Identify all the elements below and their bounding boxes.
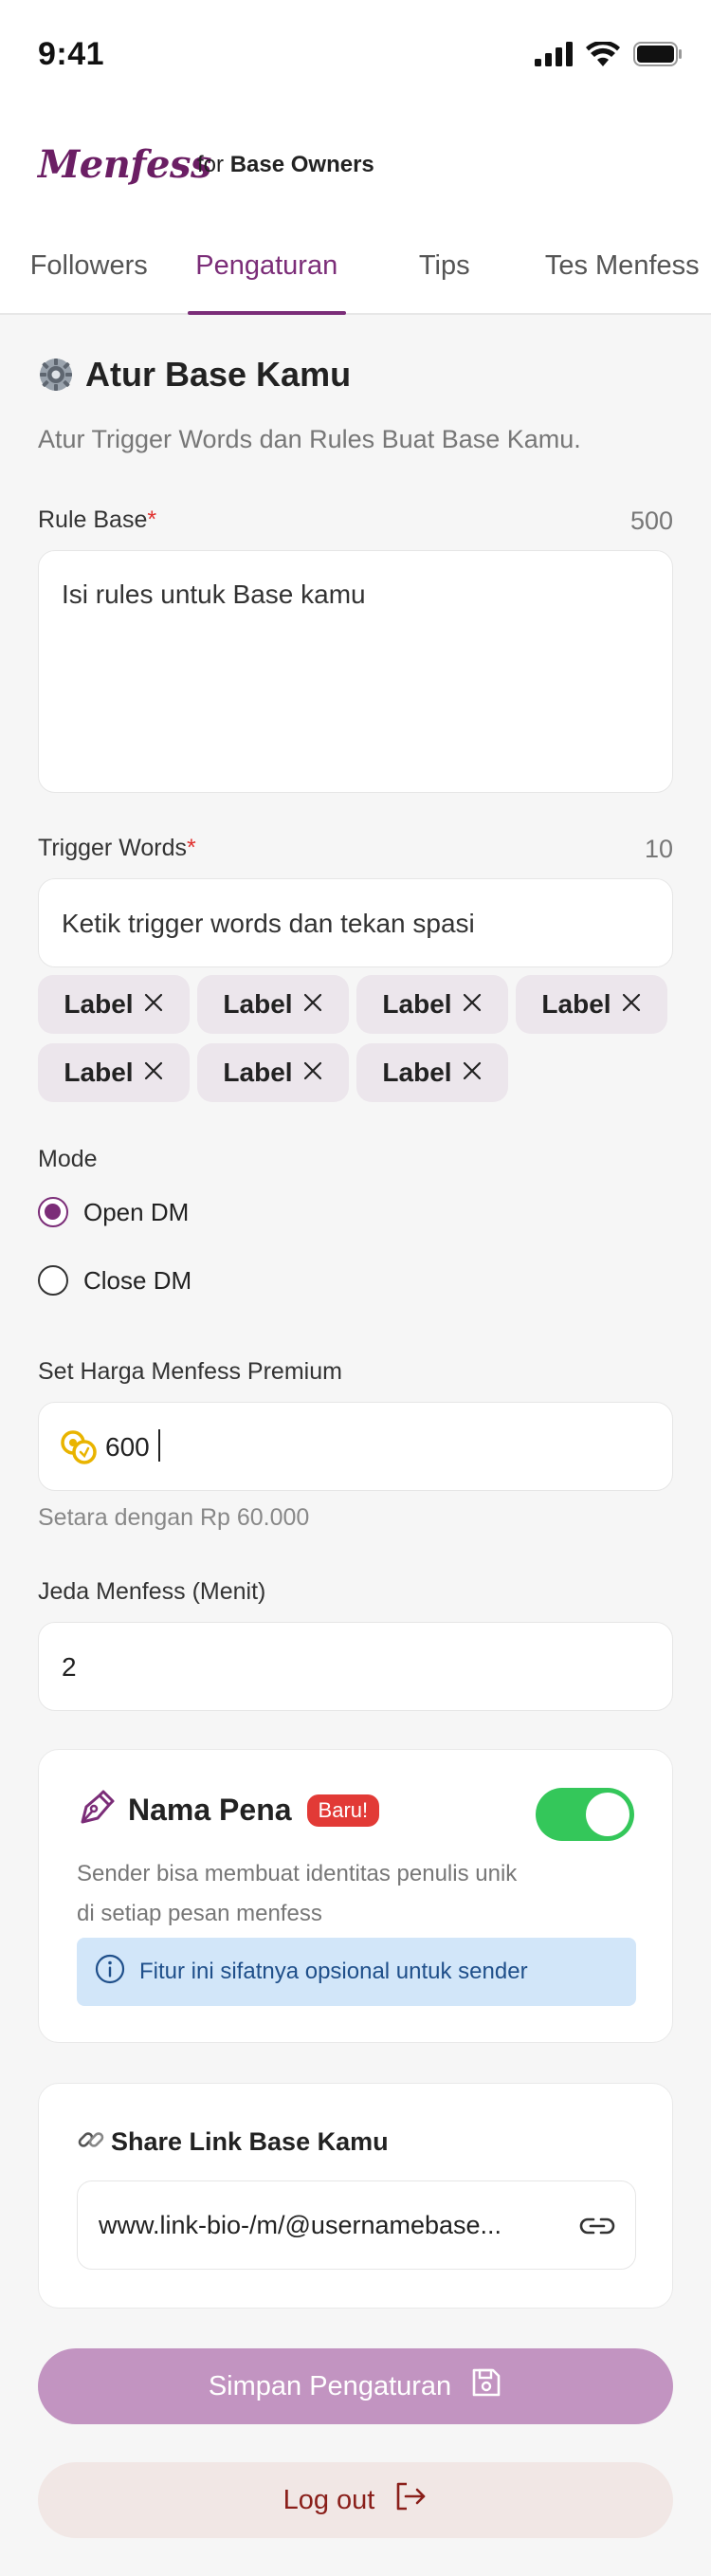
- radio-button[interactable]: [38, 1197, 68, 1227]
- close-icon[interactable]: [462, 1058, 483, 1088]
- trigger-chip[interactable]: Label: [38, 1043, 190, 1102]
- pen-name-description: Sender bisa membuat identitas penulis un…: [77, 1854, 517, 1934]
- tab-followers[interactable]: Followers: [0, 228, 178, 313]
- delay-label: Jeda Menfess (Menit): [38, 1578, 266, 1605]
- trigger-chip[interactable]: Label: [38, 975, 190, 1034]
- tab-tes-menfess[interactable]: Tes Menfess: [534, 228, 711, 313]
- chip-label: Label: [382, 989, 452, 1019]
- save-settings-button[interactable]: Simpan Pengaturan: [38, 2348, 673, 2424]
- trigger-words-placeholder: Ketik trigger words dan tekan spasi: [62, 909, 475, 938]
- section-title-text: Atur Base Kamu: [85, 355, 352, 394]
- app-logo: Menfess: [38, 142, 212, 187]
- pen-name-header: Nama Pena Baru!: [77, 1788, 380, 1832]
- brand-header: Menfess for Base Owners: [0, 104, 711, 228]
- trigger-words-label: Trigger Words*: [38, 835, 196, 862]
- trigger-chip[interactable]: Label: [356, 975, 508, 1034]
- link-icon: [77, 2125, 105, 2159]
- copy-link-icon[interactable]: [578, 2210, 616, 2247]
- save-button-label: Simpan Pengaturan: [208, 2370, 452, 2401]
- pen-name-info-text: Fitur ini sifatnya opsional untuk sender: [139, 1959, 528, 1984]
- share-link-card: Share Link Base Kamu www.link-bio-/m/@us…: [38, 2083, 673, 2309]
- cellular-icon: [535, 42, 573, 66]
- mode-option-label: Open DM: [83, 1197, 190, 1226]
- rule-base-placeholder: Isi rules untuk Base kamu: [62, 580, 366, 609]
- section-title: Atur Base Kamu: [38, 355, 351, 395]
- radio-button[interactable]: [38, 1265, 68, 1296]
- wifi-icon: [586, 42, 620, 66]
- logout-icon: [393, 2480, 428, 2520]
- premium-price-value: 600: [105, 1432, 150, 1462]
- trigger-words-input[interactable]: Ketik trigger words dan tekan spasi: [38, 878, 673, 967]
- rule-base-counter: 500: [629, 506, 673, 535]
- chip-label: Label: [223, 989, 293, 1019]
- info-icon: [94, 1953, 126, 1992]
- pen-icon: [77, 1788, 117, 1832]
- text-cursor: [158, 1429, 160, 1462]
- trigger-words-counter: 10: [644, 835, 673, 863]
- chip-label: Label: [64, 989, 134, 1019]
- trigger-chip[interactable]: Label: [197, 975, 349, 1034]
- brand-tagline: for Base Owners: [197, 152, 374, 178]
- pen-name-title: Nama Pena: [128, 1793, 292, 1827]
- brand-audience: Base Owners: [229, 152, 374, 177]
- rule-base-textarea[interactable]: Isi rules untuk Base kamu: [38, 550, 673, 793]
- mode-label: Mode: [38, 1146, 98, 1172]
- share-link-header: Share Link Base Kamu: [77, 2125, 389, 2159]
- tab-tips[interactable]: Tips: [356, 228, 534, 313]
- status-icons: [535, 42, 683, 66]
- chip-label: Label: [541, 989, 611, 1019]
- status-time: 9:41: [38, 36, 105, 72]
- required-mark: *: [147, 506, 157, 533]
- logout-button-label: Log out: [283, 2484, 375, 2515]
- gear-icon: [40, 359, 72, 391]
- delay-input[interactable]: 2: [38, 1622, 673, 1711]
- share-link-field[interactable]: www.link-bio-/m/@usernamebase...: [77, 2180, 636, 2270]
- chip-label: Label: [223, 1058, 293, 1087]
- premium-price-equivalent: Setara dengan Rp 60.000: [38, 1504, 310, 1531]
- close-icon[interactable]: [462, 989, 483, 1020]
- pen-name-description-line: di setiap pesan menfess: [77, 1901, 322, 1926]
- battery-icon: [633, 42, 682, 66]
- pen-name-description-line: Sender bisa membuat identitas penulis un…: [77, 1861, 518, 1886]
- trigger-chip[interactable]: Label: [197, 1043, 349, 1102]
- section-subtitle: Atur Trigger Words dan Rules Buat Base K…: [38, 425, 581, 453]
- premium-price-label: Set Harga Menfess Premium: [38, 1358, 342, 1385]
- close-icon[interactable]: [302, 989, 323, 1020]
- status-bar: 9:41: [0, 0, 711, 104]
- logout-button[interactable]: Log out: [38, 2462, 673, 2538]
- required-mark: *: [186, 835, 196, 861]
- rule-base-label: Rule Base*: [38, 506, 156, 534]
- chip-label: Label: [64, 1058, 134, 1087]
- tab-bar: Followers Pengaturan Tips Tes Menfess: [0, 228, 711, 315]
- mode-option-close-dm[interactable]: Close DM: [38, 1265, 191, 1296]
- save-icon: [470, 2366, 502, 2406]
- close-icon[interactable]: [302, 1058, 323, 1088]
- delay-value: 2: [62, 1652, 77, 1682]
- share-link-url: www.link-bio-/m/@usernamebase...: [99, 2211, 502, 2239]
- trigger-chip[interactable]: Label: [356, 1043, 508, 1102]
- pen-name-card: Nama Pena Baru! Sender bisa membuat iden…: [38, 1749, 673, 2043]
- trigger-word-chips: Label Label Label Label Label Label Labe…: [38, 975, 692, 1102]
- pen-name-info-banner: Fitur ini sifatnya opsional untuk sender: [77, 1938, 636, 2006]
- close-icon[interactable]: [143, 989, 164, 1020]
- close-icon[interactable]: [621, 989, 642, 1020]
- share-link-title: Share Link Base Kamu: [111, 2127, 389, 2156]
- mode-option-label: Close DM: [83, 1265, 192, 1295]
- trigger-words-label-text: Trigger Words: [38, 835, 187, 861]
- close-icon[interactable]: [143, 1058, 164, 1088]
- rule-base-label-text: Rule Base: [38, 506, 148, 533]
- brand-for-prefix: for: [197, 152, 225, 177]
- mode-option-open-dm[interactable]: Open DM: [38, 1197, 189, 1227]
- tab-pengaturan[interactable]: Pengaturan: [178, 228, 356, 315]
- premium-price-input[interactable]: 600: [38, 1402, 673, 1491]
- pen-name-toggle[interactable]: [536, 1788, 634, 1841]
- new-badge: Baru!: [306, 1794, 380, 1827]
- chip-label: Label: [382, 1058, 452, 1087]
- coin-icon: [60, 1429, 98, 1470]
- trigger-chip[interactable]: Label: [516, 975, 667, 1034]
